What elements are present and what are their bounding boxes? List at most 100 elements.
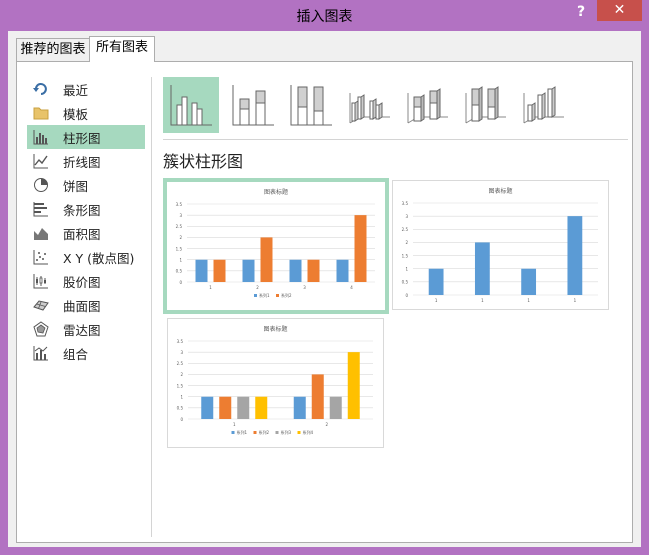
subtype-100-stacked-column[interactable] (283, 77, 339, 133)
subtype-clustered-column[interactable] (163, 77, 219, 133)
y-tick-label: 2.5 (176, 224, 183, 229)
combo-chart-icon (33, 345, 49, 361)
bar (242, 259, 255, 282)
subtype-3d-column[interactable] (515, 77, 571, 133)
bar (201, 396, 214, 419)
x-tick-label: 3 (303, 285, 306, 290)
subtype-3d-stacked-column[interactable] (399, 77, 455, 133)
bar (567, 216, 583, 295)
chart-preview-card-3[interactable]: 图表标题 0 0.5 1 1.5 2 2.5 3 3.5 1 2 系列1 系列2 系列3 系列4 (167, 318, 384, 448)
x-tick-label: 1 (527, 298, 530, 303)
legend-label: 系列3 (281, 429, 292, 435)
x-tick-label: 1 (435, 298, 438, 303)
bar (260, 237, 273, 282)
y-tick-label: 2.5 (177, 361, 184, 366)
chart-preview-card-2[interactable]: 图表标题 0 0.5 1 1.5 2 2.5 3 3.5 1 1 1 1 (392, 180, 609, 310)
y-tick-label: 3 (405, 214, 408, 219)
y-tick-label: 0 (405, 293, 408, 298)
sidebar-item-label: 折线图 (63, 154, 101, 170)
sidebar-item-templates[interactable]: 模板 (27, 101, 145, 125)
legend-swatch (231, 431, 235, 434)
y-tick-label: 3 (179, 213, 182, 218)
y-tick-label: 1.5 (402, 253, 409, 258)
y-tick-label: 0 (180, 417, 183, 422)
subtype-3d-clustered-column[interactable] (341, 77, 397, 133)
y-tick-label: 1 (405, 267, 408, 272)
y-tick-label: 1 (180, 395, 183, 400)
chart-title: 图表标题 (264, 188, 288, 196)
bar (293, 396, 306, 419)
column-chart-icon (33, 129, 49, 145)
chart-preview-1: 图表标题 0 0.5 1 1.5 2 2.5 3 3.5 1 2 3 4 系列1 系列2 (176, 188, 375, 298)
chart-preview-card-1[interactable]: 图表标题 0 0.5 1 1.5 2 2.5 3 3.5 1 2 3 4 系列1 系列2 (163, 178, 389, 314)
y-tick-label: 2 (405, 240, 408, 245)
sidebar-item-combo[interactable]: 组合 (27, 341, 145, 365)
legend-swatch (297, 431, 301, 434)
subtype-3d-100-stacked-column[interactable] (457, 77, 513, 133)
tab-all-charts[interactable]: 所有图表 (89, 36, 155, 62)
bar (219, 396, 232, 419)
y-tick-label: 1 (179, 258, 182, 263)
sidebar-item-label: 最近 (63, 82, 89, 98)
dialog-title: 插入图表 (296, 9, 353, 25)
legend-swatch (276, 294, 279, 297)
3d-percent-stacked-column-icon (465, 86, 506, 124)
sidebar-item-surface[interactable]: 曲面图 (27, 293, 145, 317)
recent-icon (33, 81, 49, 97)
legend-swatch (253, 431, 257, 434)
bar (255, 396, 268, 419)
title-bar: 插入图表 ? ✕ (0, 0, 649, 30)
bar (311, 374, 324, 419)
sidebar-item-radar[interactable]: 雷达图 (27, 317, 145, 341)
y-tick-label: 3 (180, 350, 183, 355)
y-tick-label: 0 (179, 280, 182, 285)
legend-label: 系列1 (237, 429, 248, 435)
x-tick-label: 2 (325, 422, 328, 427)
all-charts-panel: 最近 模板 柱形图 折线图 饼图 条形图 面积图 X Y (散点图) 股价图 曲… (16, 61, 633, 543)
sidebar-item-label: 股价图 (63, 274, 101, 290)
bar (428, 268, 444, 295)
sidebar-item-area[interactable]: 面积图 (27, 221, 145, 245)
sidebar-item-stock[interactable]: 股价图 (27, 269, 145, 293)
sidebar-item-label: X Y (散点图) (63, 250, 135, 266)
pie-chart-icon (33, 177, 49, 193)
chart-title: 图表标题 (263, 325, 287, 333)
percent-stacked-column-icon (290, 85, 332, 126)
subtype-stacked-column[interactable] (225, 77, 281, 133)
sidebar-item-label: 柱形图 (63, 130, 101, 146)
3d-clustered-column-icon (349, 93, 390, 124)
legend-label: 系列4 (303, 429, 314, 435)
sidebar-item-bar[interactable]: 条形图 (27, 197, 145, 221)
chart-preview-2: 图表标题 0 0.5 1 1.5 2 2.5 3 3.5 1 1 1 1 (402, 187, 598, 303)
y-tick-label: 1.5 (176, 246, 183, 251)
sidebar-item-pie[interactable]: 饼图 (27, 173, 145, 197)
bar (237, 396, 250, 419)
bar (521, 268, 537, 295)
sidebar-item-recent[interactable]: 最近 (27, 77, 145, 101)
radar-chart-icon (33, 321, 49, 337)
chart-preview-3: 图表标题 0 0.5 1 1.5 2 2.5 3 3.5 1 2 系列1 系列2 系列3 系列4 (177, 325, 373, 435)
tab-recommended-charts[interactable]: 推荐的图表 (16, 38, 90, 62)
clustered-column-icon (170, 85, 212, 126)
bar-chart-icon (33, 201, 49, 217)
legend-swatch (254, 294, 257, 297)
y-tick-label: 0.5 (402, 280, 409, 285)
bar (329, 396, 342, 419)
sidebar-item-column[interactable]: 柱形图 (27, 125, 145, 149)
bar (336, 259, 349, 282)
scatter-chart-icon (33, 249, 49, 265)
bar (307, 259, 320, 282)
sidebar-item-line[interactable]: 折线图 (27, 149, 145, 173)
close-button[interactable]: ✕ (597, 0, 642, 21)
stacked-column-icon (232, 85, 274, 126)
subtype-divider (163, 139, 628, 140)
sidebar-item-scatter[interactable]: X Y (散点图) (27, 245, 145, 269)
chart-title: 图表标题 (488, 187, 512, 195)
bar (347, 352, 360, 419)
sidebar-item-label: 面积图 (63, 226, 101, 242)
x-tick-label: 1 (233, 422, 236, 427)
stock-chart-icon (33, 273, 49, 289)
help-button[interactable]: ? (572, 2, 590, 22)
legend-label: 系列1 (259, 292, 270, 298)
section-title: 簇状柱形图 (163, 152, 244, 171)
